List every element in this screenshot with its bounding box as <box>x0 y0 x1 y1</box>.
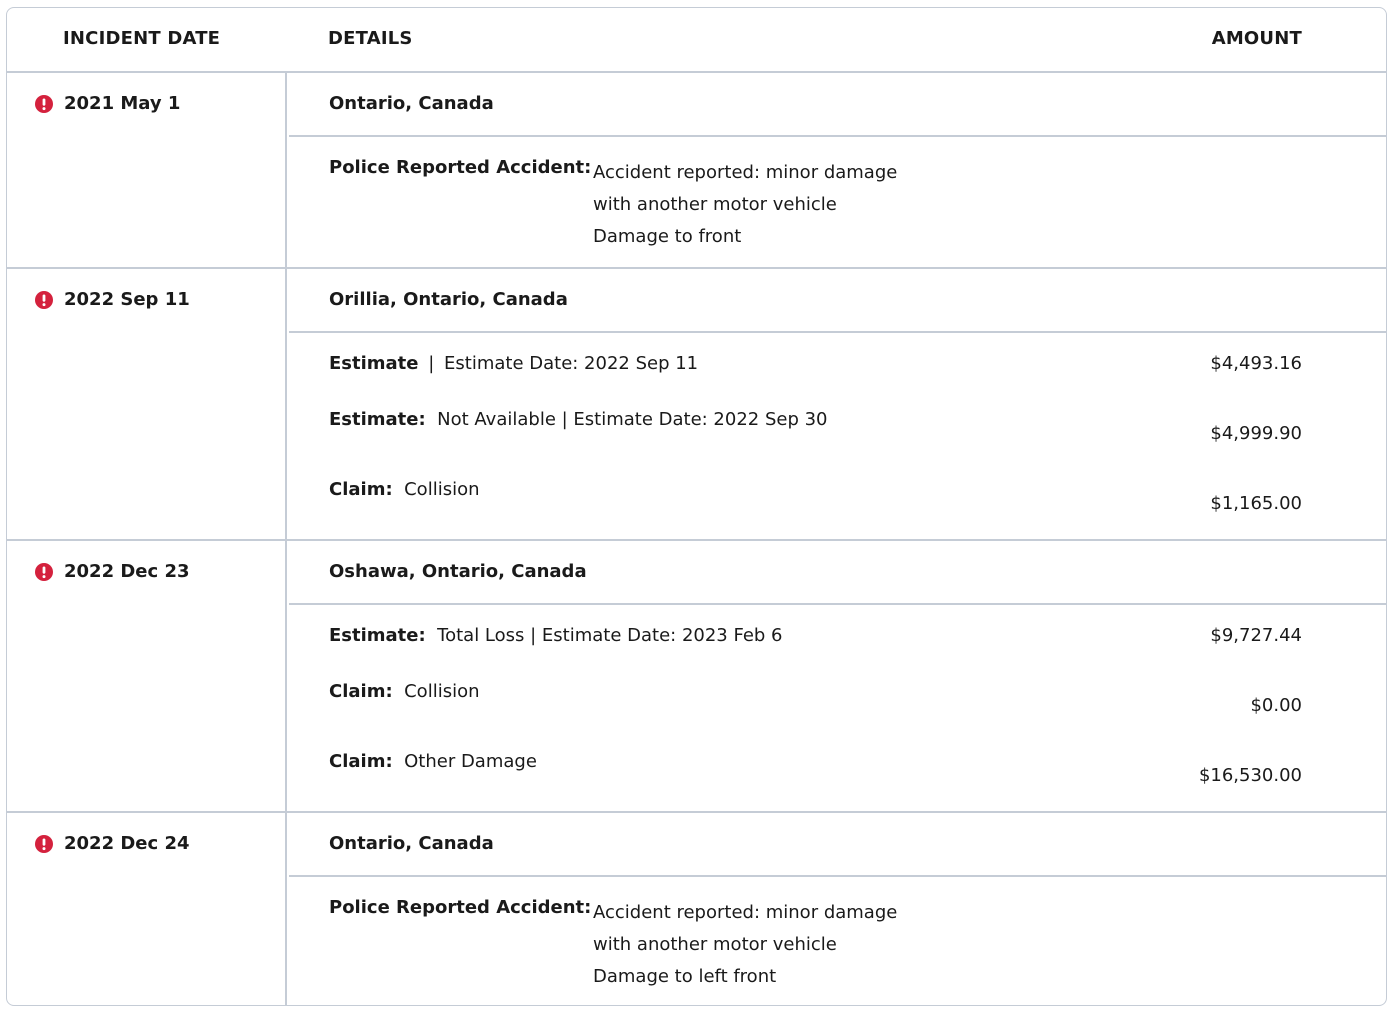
incident-row: 2021 May 1 Ontario, Canada Police Report… <box>7 73 1386 269</box>
entry-label: Estimate: <box>329 625 426 646</box>
entry-text: Total Loss | Estimate Date: 2023 Feb 6 <box>437 625 783 646</box>
police-report-line: Accident reported: minor damage <box>593 902 898 923</box>
entry-amount: $0.00 <box>1250 695 1302 716</box>
entry-text: Other Damage <box>404 751 537 772</box>
incident-date-cell: 2022 Dec 23 <box>7 541 287 811</box>
entry-amount: $1,165.00 <box>1210 493 1302 514</box>
incident-date: 2022 Sep 11 <box>64 289 190 310</box>
police-report: Police Reported Accident: Accident repor… <box>329 157 897 253</box>
police-report-line: Damage to left front <box>593 966 777 987</box>
police-report-line: with another motor vehicle <box>593 194 837 215</box>
estimate-line: Estimate: Not Available | Estimate Date:… <box>329 409 828 430</box>
incident-row: 2022 Sep 11 Orillia, Ontario, Canada Est… <box>7 269 1386 541</box>
amount-header: AMOUNT <box>1211 28 1302 49</box>
incident-row: 2022 Dec 23 Oshawa, Ontario, Canada Esti… <box>7 541 1386 813</box>
incident-location-row: Orillia, Ontario, Canada <box>289 269 1386 333</box>
incident-location: Ontario, Canada <box>329 93 494 114</box>
entry-label: Claim: <box>329 751 393 772</box>
alert-icon <box>35 94 53 113</box>
police-report-line: Damage to front <box>593 226 742 247</box>
incident-date-cell: 2021 May 1 <box>7 73 287 267</box>
entry-label: Claim: <box>329 681 393 702</box>
police-report: Police Reported Accident: Accident repor… <box>329 897 897 993</box>
details-header: DETAILS <box>328 28 413 49</box>
entry-amount: $4,999.90 <box>1210 423 1302 444</box>
alert-icon <box>35 834 53 853</box>
incident-date: 2022 Dec 24 <box>64 833 190 854</box>
police-report-line: with another motor vehicle <box>593 934 837 955</box>
entry-label: Estimate <box>329 353 419 374</box>
incident-location-row: Oshawa, Ontario, Canada <box>289 541 1386 605</box>
incident-date-cell: 2022 Dec 24 <box>7 813 287 1005</box>
entry-amount: $9,727.44 <box>1210 625 1302 646</box>
estimate-line: Estimate | Estimate Date: 2022 Sep 11 <box>329 353 699 374</box>
incident-location: Ontario, Canada <box>329 833 494 854</box>
entry-text: Collision <box>404 479 480 500</box>
entry-amount: $4,493.16 <box>1210 353 1302 374</box>
police-report-line: Accident reported: minor damage <box>593 162 898 183</box>
incident-date-header: INCIDENT DATE <box>63 28 221 49</box>
estimate-line: Estimate: Total Loss | Estimate Date: 20… <box>329 625 783 646</box>
entry-text: Collision <box>404 681 480 702</box>
incident-date-cell: 2022 Sep 11 <box>7 269 287 539</box>
claim-line: Claim: Other Damage <box>329 751 537 772</box>
incident-location-row: Ontario, Canada <box>289 813 1386 877</box>
entry-text: Estimate Date: 2022 Sep 11 <box>444 353 699 374</box>
incident-date: 2022 Dec 23 <box>64 561 190 582</box>
entry-amount: $16,530.00 <box>1198 765 1302 786</box>
entry-label: Estimate: <box>329 409 426 430</box>
entry-label: Claim: <box>329 479 393 500</box>
police-report-label: Police Reported Accident: <box>329 157 592 178</box>
alert-icon <box>35 562 53 581</box>
entry-text: Not Available | Estimate Date: 2022 Sep … <box>437 409 828 430</box>
incident-location: Oshawa, Ontario, Canada <box>329 561 587 582</box>
incident-date: 2021 May 1 <box>64 93 181 114</box>
table-header: INCIDENT DATE DETAILS AMOUNT <box>7 8 1386 73</box>
incident-row: 2022 Dec 24 Ontario, Canada Police Repor… <box>7 813 1386 1005</box>
incident-location-row: Ontario, Canada <box>289 73 1386 137</box>
claim-line: Claim: Collision <box>329 681 480 702</box>
police-report-label: Police Reported Accident: <box>329 897 592 918</box>
incident-history-table: INCIDENT DATE DETAILS AMOUNT 2021 May 1 … <box>6 7 1387 1006</box>
alert-icon <box>35 290 53 309</box>
claim-line: Claim: Collision <box>329 479 480 500</box>
incident-location: Orillia, Ontario, Canada <box>329 289 568 310</box>
